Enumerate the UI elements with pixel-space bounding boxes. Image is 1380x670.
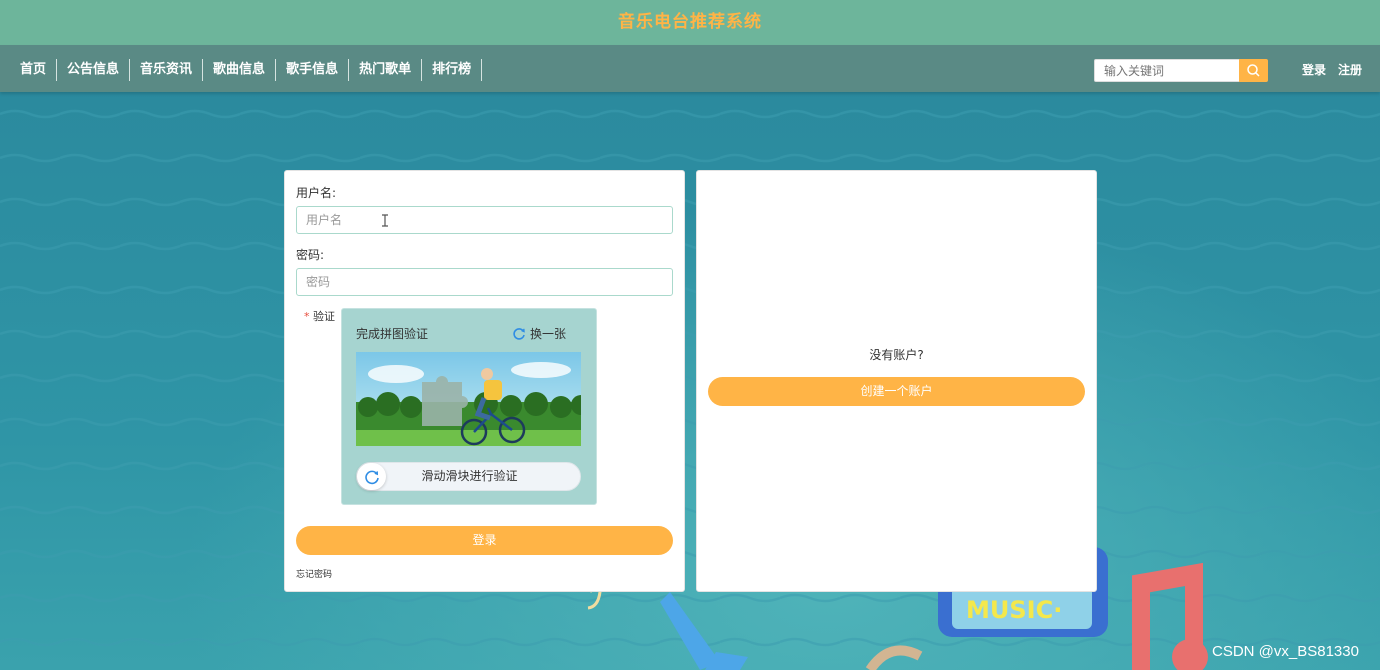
login-button[interactable]: 登录 (296, 526, 673, 555)
captcha-label-text: 验证 (313, 310, 335, 323)
username-input[interactable]: 用户名 (296, 206, 673, 234)
puzzle-slot (422, 376, 468, 426)
register-link[interactable]: 注册 (1338, 61, 1362, 79)
register-card: 没有账户? 创建一个账户 (696, 170, 1097, 592)
nav-item-music-news[interactable]: 音乐资讯 (130, 59, 204, 81)
username-placeholder: 用户名 (306, 213, 343, 227)
captcha-refresh-label: 换一张 (530, 327, 567, 341)
nav-item-announcements[interactable]: 公告信息 (57, 59, 131, 81)
login-link[interactable]: 登录 (1302, 61, 1326, 79)
captcha-refresh-button[interactable]: 换一张 (512, 325, 566, 342)
nav-item-hot-playlists[interactable]: 热门歌单 (349, 59, 423, 81)
site-header: 音乐电台推荐系统 (0, 0, 1380, 45)
nav-item-home[interactable]: 首页 (10, 59, 58, 81)
nav-item-singers[interactable]: 歌手信息 (276, 59, 350, 81)
captcha-label: * 验证 (304, 308, 335, 324)
username-label: 用户名: (296, 186, 337, 200)
text-cursor-icon (382, 214, 388, 227)
search-input[interactable] (1094, 59, 1240, 82)
search-button[interactable] (1239, 59, 1268, 82)
password-label: 密码: (296, 248, 325, 262)
captcha-puzzle-image (356, 352, 581, 446)
password-placeholder: 密码 (306, 275, 331, 289)
wave-pattern: MUSIC· (0, 92, 1380, 670)
auth-links: 登录 注册 (1302, 61, 1362, 79)
password-input[interactable]: 密码 (296, 268, 673, 296)
background-scene: MUSIC· (0, 92, 1380, 670)
required-mark: * (304, 310, 310, 323)
site-title: 音乐电台推荐系统 (618, 12, 762, 32)
refresh-icon (513, 327, 525, 340)
forgot-password-link[interactable]: 忘记密码 (296, 567, 332, 580)
login-card: 用户名: 用户名 密码: 密码 * 验证 完成拼图验证 换一张 滑动滑块进行验证… (284, 170, 685, 592)
nav-menu: 首页 公告信息 音乐资讯 歌曲信息 歌手信息 热门歌单 排行榜 (10, 59, 483, 81)
slider-hint: 滑动滑块进行验证 (421, 469, 518, 483)
music-sign-text: MUSIC· (966, 596, 1062, 624)
captcha-slider-handle[interactable] (357, 463, 386, 490)
captcha-slider-track: 滑动滑块进行验证 (356, 462, 581, 491)
nav-item-songs[interactable]: 歌曲信息 (203, 59, 277, 81)
slider-refresh-icon (364, 470, 379, 484)
create-account-button[interactable]: 创建一个账户 (708, 377, 1085, 406)
search-icon (1247, 64, 1260, 77)
puzzle-captcha: 完成拼图验证 换一张 滑动滑块进行验证 (341, 308, 597, 505)
no-account-text: 没有账户? (869, 348, 924, 362)
captcha-title: 完成拼图验证 (356, 327, 429, 341)
watermark: CSDN @vx_BS81330 (1212, 643, 1359, 660)
nav-item-rankings[interactable]: 排行榜 (422, 59, 483, 81)
